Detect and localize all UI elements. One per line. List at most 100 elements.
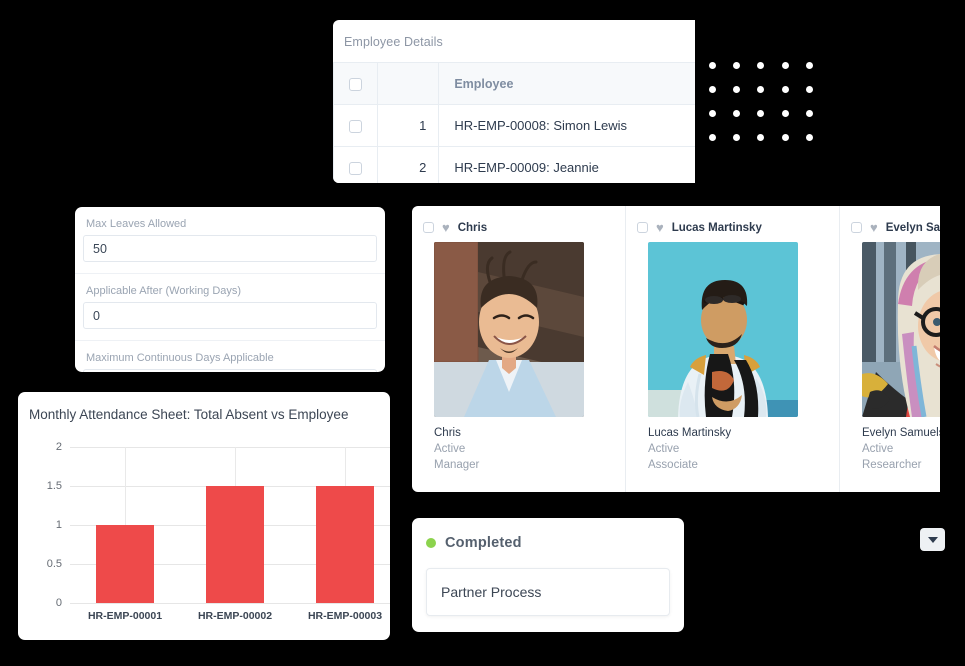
column-menu-button[interactable] bbox=[920, 528, 945, 551]
leave-settings-form-panel: Max Leaves Allowed 50 Applicable After (… bbox=[75, 207, 385, 372]
screenshot-root: Employee Details Employee Employee Name bbox=[0, 0, 965, 666]
cell-employee[interactable]: HR-EMP-00008: Simon Lewis bbox=[438, 104, 695, 147]
decorative-dot-grid bbox=[700, 53, 822, 149]
x-axis-tick-label: HR-EMP-00002 bbox=[197, 610, 273, 622]
y-axis-tick-label: 0.5 bbox=[46, 558, 62, 570]
field-label: Max Leaves Allowed bbox=[86, 218, 187, 230]
grid-dot bbox=[806, 109, 814, 117]
employee-status: Active bbox=[648, 443, 680, 455]
field-label: Maximum Continuous Days Applicable bbox=[86, 352, 274, 364]
max-leaves-allowed-input[interactable]: 50 bbox=[83, 235, 377, 262]
grid-dot bbox=[781, 61, 789, 69]
avatar bbox=[434, 242, 584, 417]
chart-title: Monthly Attendance Sheet: Total Absent v… bbox=[29, 407, 349, 422]
card-header-name: Evelyn Samuels bbox=[885, 221, 940, 234]
card-footer: Lucas Martinsky Active Associate bbox=[626, 417, 839, 471]
grid-dot bbox=[781, 133, 789, 141]
employee-details-panel: Employee Details Employee Employee Name bbox=[333, 20, 695, 183]
table-header-row: Employee Employee Name bbox=[333, 62, 695, 105]
grid-dot bbox=[757, 85, 765, 93]
grid-dot bbox=[708, 61, 716, 69]
attendance-chart-panel: Monthly Attendance Sheet: Total Absent v… bbox=[18, 392, 390, 640]
max-continuous-days-input[interactable]: 8 bbox=[83, 369, 377, 372]
grid-dot bbox=[806, 133, 814, 141]
employee-cards-panel: ♥ Chris Chris Active Manager ♥ Lucas Mar… bbox=[412, 206, 940, 492]
table-row[interactable]: 1 HR-EMP-00008: Simon Lewis Simon Lewis bbox=[333, 104, 695, 147]
heart-icon[interactable]: ♥ bbox=[442, 221, 450, 234]
heart-icon[interactable]: ♥ bbox=[870, 221, 878, 234]
row-index-header bbox=[377, 62, 440, 105]
grid-dot bbox=[733, 85, 741, 93]
field-applicable-after: Applicable After (Working Days) 0 bbox=[75, 274, 385, 341]
portrait-photo-chris bbox=[434, 242, 584, 417]
card-header: ♥ Chris bbox=[412, 206, 625, 238]
row-index: 1 bbox=[377, 104, 440, 147]
portrait-photo-evelyn bbox=[862, 242, 940, 417]
card-footer: Evelyn Samuels Active Researcher bbox=[840, 417, 940, 471]
chart-gridline: 0 bbox=[56, 597, 390, 609]
y-axis-tick-label: 1.5 bbox=[46, 480, 62, 492]
grid-dot bbox=[733, 109, 741, 117]
checkbox-icon[interactable] bbox=[637, 222, 648, 233]
grid-dot bbox=[708, 133, 716, 141]
column-header: Completed bbox=[412, 518, 684, 554]
employee-table: Employee Employee Name 1 HR-EMP-00008: S… bbox=[333, 62, 695, 183]
employee-role: Manager bbox=[434, 459, 480, 471]
checkbox-icon[interactable] bbox=[423, 222, 434, 233]
field-max-leaves-allowed: Max Leaves Allowed 50 bbox=[75, 207, 385, 274]
field-label: Applicable After (Working Days) bbox=[86, 285, 242, 297]
y-axis-tick-label: 2 bbox=[55, 441, 62, 453]
card-header: ♥ Lucas Martinsky bbox=[626, 206, 839, 238]
grid-dot bbox=[733, 133, 741, 141]
completed-column-panel: Completed Partner Process bbox=[412, 518, 684, 632]
row-checkbox-cell[interactable] bbox=[333, 146, 379, 183]
grid-dot bbox=[708, 85, 716, 93]
grid-dot bbox=[781, 109, 789, 117]
row-checkbox-cell[interactable] bbox=[333, 104, 379, 147]
grid-dot bbox=[757, 133, 765, 141]
employee-card[interactable]: ♥ Chris Chris Active Manager bbox=[412, 206, 626, 492]
row-index: 2 bbox=[377, 146, 440, 183]
employee-name: Chris bbox=[434, 427, 461, 439]
checkbox-icon[interactable] bbox=[349, 162, 363, 176]
employee-status: Active bbox=[862, 443, 894, 455]
chart-gridline: 2 bbox=[56, 441, 390, 453]
card-header-name: Chris bbox=[457, 221, 488, 234]
employee-name: Evelyn Samuels bbox=[862, 427, 940, 439]
employee-role: Associate bbox=[648, 459, 698, 471]
chart-bar[interactable] bbox=[316, 486, 374, 603]
chevron-down-icon bbox=[927, 536, 938, 543]
status-badge: Completed bbox=[445, 535, 522, 551]
portrait-photo-lucas bbox=[648, 242, 798, 417]
grid-dot bbox=[757, 61, 765, 69]
avatar bbox=[648, 242, 798, 417]
heart-icon[interactable]: ♥ bbox=[656, 221, 664, 234]
grid-dot bbox=[806, 85, 814, 93]
employee-role: Researcher bbox=[862, 459, 922, 471]
grid-dot bbox=[806, 61, 814, 69]
column-header-employee[interactable]: Employee bbox=[438, 62, 695, 105]
chart-bar[interactable] bbox=[206, 486, 264, 603]
chart-bar[interactable] bbox=[96, 525, 154, 603]
cell-employee[interactable]: HR-EMP-00009: Jeannie bbox=[438, 146, 695, 183]
grid-dot bbox=[781, 85, 789, 93]
status-dot-icon bbox=[426, 538, 436, 548]
task-card[interactable]: Partner Process bbox=[426, 568, 670, 616]
employee-card[interactable]: ♥ Evelyn Samuels bbox=[840, 206, 940, 492]
checkbox-icon[interactable] bbox=[851, 222, 862, 233]
employee-card[interactable]: ♥ Lucas Martinsky Lucas Martinsky Active… bbox=[626, 206, 840, 492]
applicable-after-input[interactable]: 0 bbox=[83, 302, 377, 329]
grid-dot bbox=[733, 61, 741, 69]
x-axis-tick-label: HR-EMP-00003 bbox=[307, 610, 383, 622]
employee-name: Lucas Martinsky bbox=[648, 427, 732, 439]
select-all-header[interactable] bbox=[333, 62, 379, 105]
table-row[interactable]: 2 HR-EMP-00009: Jeannie Jeannie bbox=[333, 146, 695, 183]
checkbox-icon[interactable] bbox=[349, 77, 363, 91]
grid-dot bbox=[708, 109, 716, 117]
field-max-continuous-days: Maximum Continuous Days Applicable 8 bbox=[75, 341, 385, 372]
panel-title: Employee Details bbox=[344, 35, 443, 49]
y-axis-tick-label: 1 bbox=[55, 519, 62, 531]
y-axis-tick-label: 0 bbox=[55, 597, 62, 609]
checkbox-icon[interactable] bbox=[349, 120, 363, 134]
avatar bbox=[862, 242, 940, 417]
